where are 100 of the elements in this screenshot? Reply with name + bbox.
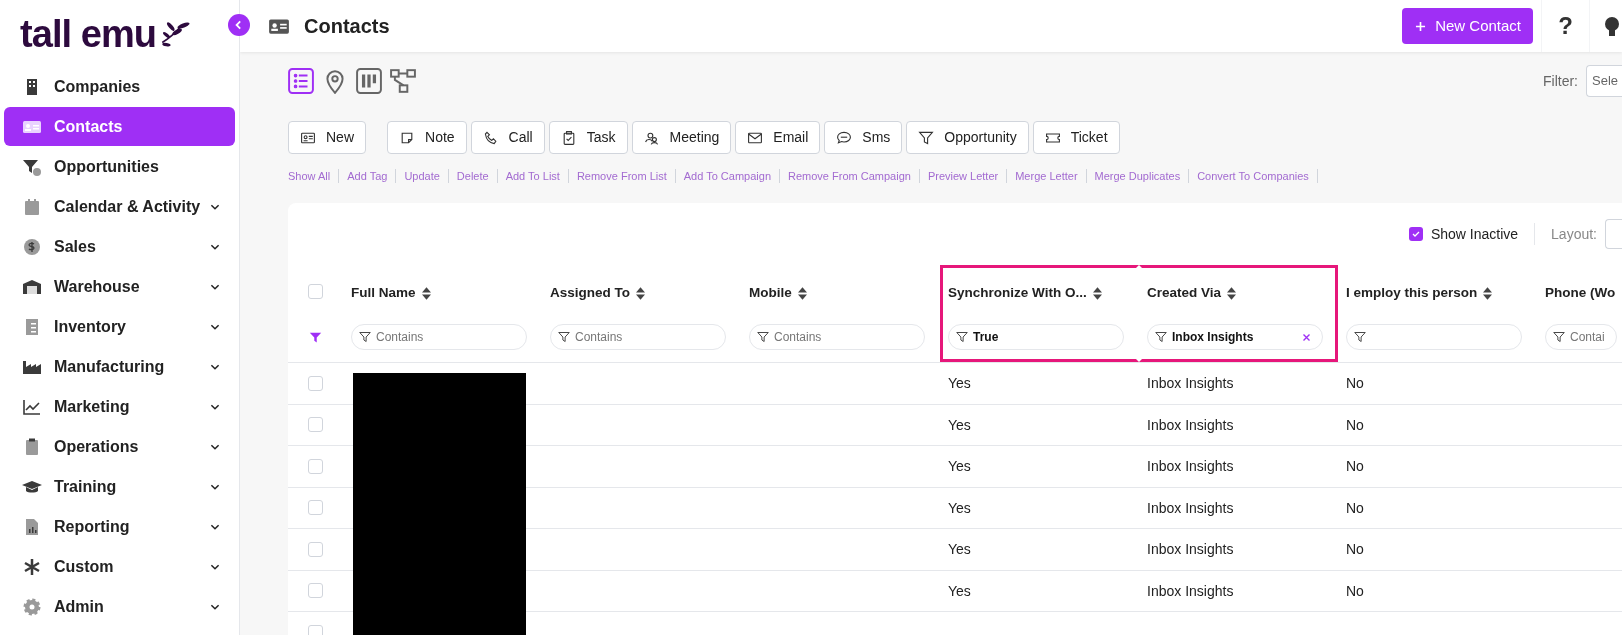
gear-icon [22, 596, 42, 617]
table-cell: Yes [948, 375, 971, 392]
column-header[interactable]: I employ this person [1346, 282, 1478, 304]
kanban-icon[interactable] [356, 68, 382, 94]
show-inactive-label: Show Inactive [1430, 224, 1519, 244]
sidebar-item[interactable]: Contacts [4, 107, 235, 146]
filter-icon[interactable] [309, 330, 322, 344]
collapse-button[interactable] [228, 14, 250, 36]
help-icon[interactable]: ? [1542, 8, 1589, 44]
toolbar-button[interactable]: Email [735, 121, 821, 154]
filter-field[interactable]: True [948, 324, 1124, 350]
select-all-checkbox[interactable] [308, 284, 323, 299]
action-link[interactable]: Update [404, 167, 440, 185]
toolbar-button[interactable]: Ticket [1032, 121, 1120, 154]
sort-icon[interactable] [1092, 286, 1102, 300]
action-link[interactable]: Convert To Companies [1197, 167, 1309, 185]
filter-field[interactable]: Contai [1545, 324, 1617, 350]
action-link[interactable]: Merge Duplicates [1094, 167, 1181, 185]
funnel-icon [956, 331, 968, 343]
column-header[interactable]: Assigned To [550, 282, 630, 304]
row-checkbox[interactable] [308, 541, 323, 557]
sidebar-item[interactable]: Custom [4, 547, 235, 586]
sidebar-item[interactable]: Calendar & Activity [4, 187, 235, 226]
sidebar-item[interactable]: Inventory [4, 307, 235, 346]
action-link[interactable]: Remove From List [576, 167, 667, 185]
sidebar-item[interactable]: Warehouse [4, 267, 235, 306]
column-header[interactable]: Created Via [1147, 282, 1222, 304]
row-checkbox[interactable] [308, 624, 323, 635]
sidebar-item[interactable]: Manufacturing [4, 347, 235, 386]
column-header[interactable]: Phone (Wo [1545, 282, 1616, 304]
action-link[interactable]: Add To Campaign [683, 167, 771, 185]
table-cell: No [1346, 375, 1364, 392]
funnel-icon [757, 331, 769, 343]
table-cell: Inbox Insights [1147, 416, 1234, 433]
sidebar-item[interactable]: Operations [4, 427, 235, 466]
logo-text: tall emu [20, 14, 156, 53]
action-link[interactable]: Preview Letter [927, 167, 999, 185]
sort-icon[interactable] [636, 286, 645, 300]
action-link[interactable]: Remove From Campaign [788, 167, 911, 185]
column-header[interactable]: Mobile [749, 282, 792, 304]
sidebar-item[interactable]: Opportunities [4, 147, 235, 186]
action-link[interactable]: Delete [456, 167, 489, 185]
hierarchy-icon[interactable] [390, 68, 416, 94]
table-cell: Yes [948, 499, 971, 516]
table-cell: No [1346, 416, 1364, 433]
layout-label: Layout: [1551, 224, 1597, 244]
sidebar-item[interactable]: Training [4, 467, 235, 506]
filter-field[interactable] [1346, 324, 1522, 350]
toolbar-button[interactable]: Sms [824, 121, 903, 154]
filter-field[interactable]: Contains [550, 324, 726, 350]
action-link[interactable]: Add To List [505, 167, 560, 185]
row-checkbox[interactable] [308, 583, 323, 599]
table-cell: Yes [948, 582, 971, 599]
toolbar-button[interactable]: New [288, 121, 366, 154]
table-cell: No [1346, 541, 1364, 558]
funnel-icon [558, 331, 570, 343]
table-cell: No [1346, 458, 1364, 475]
row-checkbox[interactable] [308, 375, 323, 391]
asterisk-icon [22, 556, 42, 577]
clear-icon[interactable] [1302, 332, 1311, 342]
sidebar-item[interactable]: Reporting [4, 507, 235, 546]
list-view-icon[interactable] [288, 68, 314, 94]
toolbar-button[interactable]: Opportunity [906, 121, 1029, 154]
column-header[interactable]: Synchronize With O... [948, 282, 1087, 304]
sidebar-item[interactable]: Sales [4, 227, 235, 266]
table-cell: Inbox Insights [1147, 458, 1234, 475]
sort-icon[interactable] [797, 286, 807, 300]
sort-icon[interactable] [421, 286, 431, 300]
new-contact-button[interactable]: New Contact [1402, 8, 1533, 44]
filter-field[interactable]: Inbox Insights [1147, 324, 1323, 350]
table-cell: No [1346, 499, 1364, 516]
dollar-icon [22, 236, 42, 257]
sidebar-item[interactable]: Marketing [4, 387, 235, 426]
funnel-icon [1553, 331, 1565, 343]
action-link[interactable]: Show All [288, 167, 331, 185]
table-cell: Yes [948, 416, 971, 433]
sidebar-item[interactable]: Companies [4, 67, 235, 106]
table-cell: Inbox Insights [1147, 582, 1234, 599]
filter-field[interactable]: Contains [351, 324, 527, 350]
sort-icon[interactable] [1227, 286, 1237, 300]
toolbar-button[interactable]: Call [470, 121, 545, 154]
row-checkbox[interactable] [308, 458, 323, 474]
sidebar-item[interactable]: Admin [4, 587, 235, 626]
filter-field[interactable]: Contains [749, 324, 925, 350]
action-link[interactable]: Merge Letter [1015, 167, 1078, 185]
funnel-icon [359, 331, 371, 343]
row-checkbox[interactable] [308, 500, 323, 516]
filter-select[interactable]: Sele [1586, 65, 1622, 97]
page-title: Contacts [304, 14, 390, 39]
funnel-icon [918, 129, 935, 146]
sort-icon[interactable] [1483, 286, 1493, 300]
action-link[interactable]: Add Tag [347, 167, 388, 185]
toolbar-button[interactable]: Note [387, 121, 467, 154]
table-cell: No [1346, 582, 1364, 599]
toolbar-button[interactable]: Meeting [631, 121, 732, 154]
phone-icon [482, 129, 499, 146]
column-header[interactable]: Full Name [351, 282, 416, 304]
toolbar-button[interactable]: Task [548, 121, 628, 154]
chat-bubble-icon [836, 129, 853, 146]
row-checkbox[interactable] [308, 417, 323, 433]
